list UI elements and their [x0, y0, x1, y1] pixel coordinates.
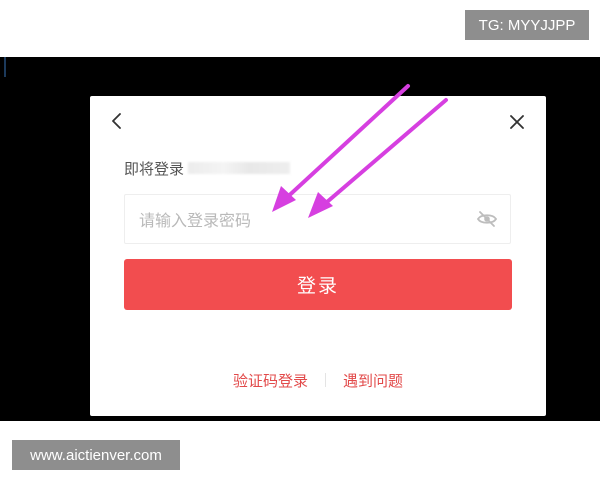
login-dialog: 即将登录 登录 验证码登录 遇到问题 — [90, 96, 546, 416]
backdrop-edge — [0, 57, 6, 77]
eye-off-icon[interactable] — [476, 209, 498, 229]
prompt-label: 即将登录 — [124, 159, 185, 178]
close-icon[interactable] — [507, 112, 527, 132]
tg-watermark: TG: MYYJJPP — [465, 10, 589, 40]
link-divider — [325, 373, 326, 387]
login-button[interactable]: 登录 — [124, 259, 512, 310]
help-link[interactable]: 遇到问题 — [343, 370, 403, 391]
footer-links: 验证码登录 遇到问题 — [90, 368, 546, 392]
masked-account — [188, 162, 291, 174]
sms-login-link[interactable]: 验证码登录 — [233, 370, 308, 391]
password-input[interactable] — [137, 195, 471, 245]
chevron-left-icon[interactable] — [106, 110, 128, 132]
login-prompt: 即将登录 — [124, 158, 291, 178]
password-field[interactable] — [124, 194, 511, 245]
site-watermark: www.aictienver.com — [12, 440, 180, 470]
